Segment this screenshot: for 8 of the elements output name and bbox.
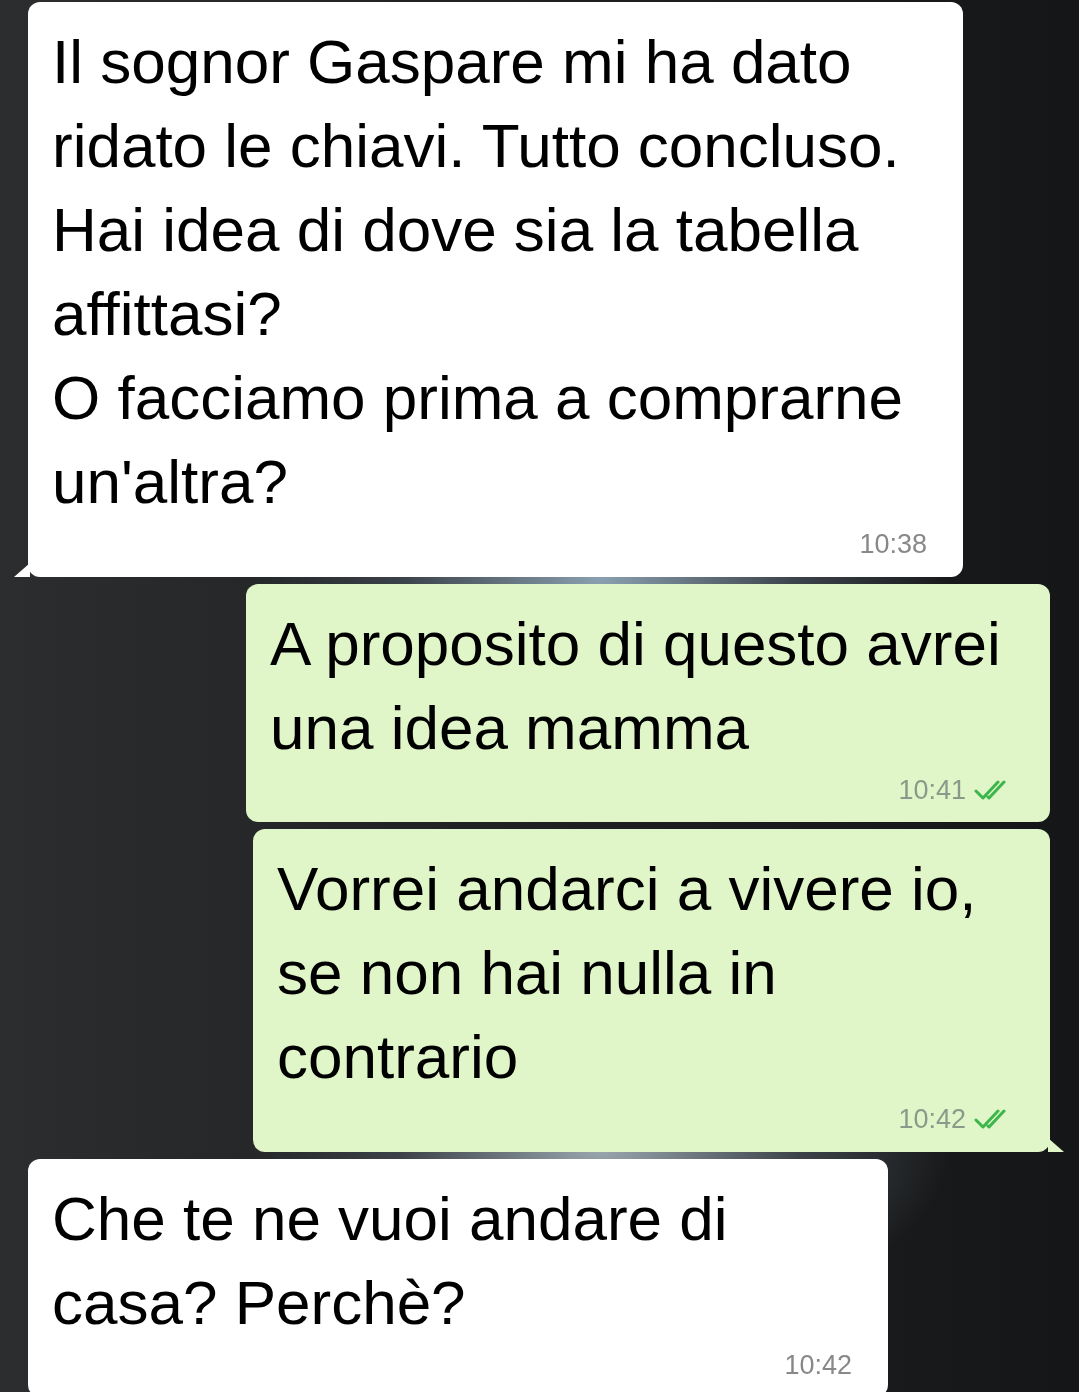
message-time: 10:42 (784, 1348, 852, 1382)
message-text: Vorrei andarci a vivere io, se non hai nulla in contrario (277, 853, 978, 1093)
message-time: 10:42 (898, 1103, 966, 1136)
message-text: A proposito di questo avrei una idea mamma (270, 607, 1002, 764)
message-time: 10:41 (898, 773, 966, 807)
message-time: 10:38 (859, 528, 927, 561)
message-text: Il sognor Gaspare mi ha dato ridato le chiavi. Tutto concluso. Hai idea di dove sia la tabella affittasi? O facciamo prima a comprarne un'altra? (52, 26, 905, 518)
message-text: Che te ne vuoi andare di casa? Perchè? (52, 1182, 729, 1339)
